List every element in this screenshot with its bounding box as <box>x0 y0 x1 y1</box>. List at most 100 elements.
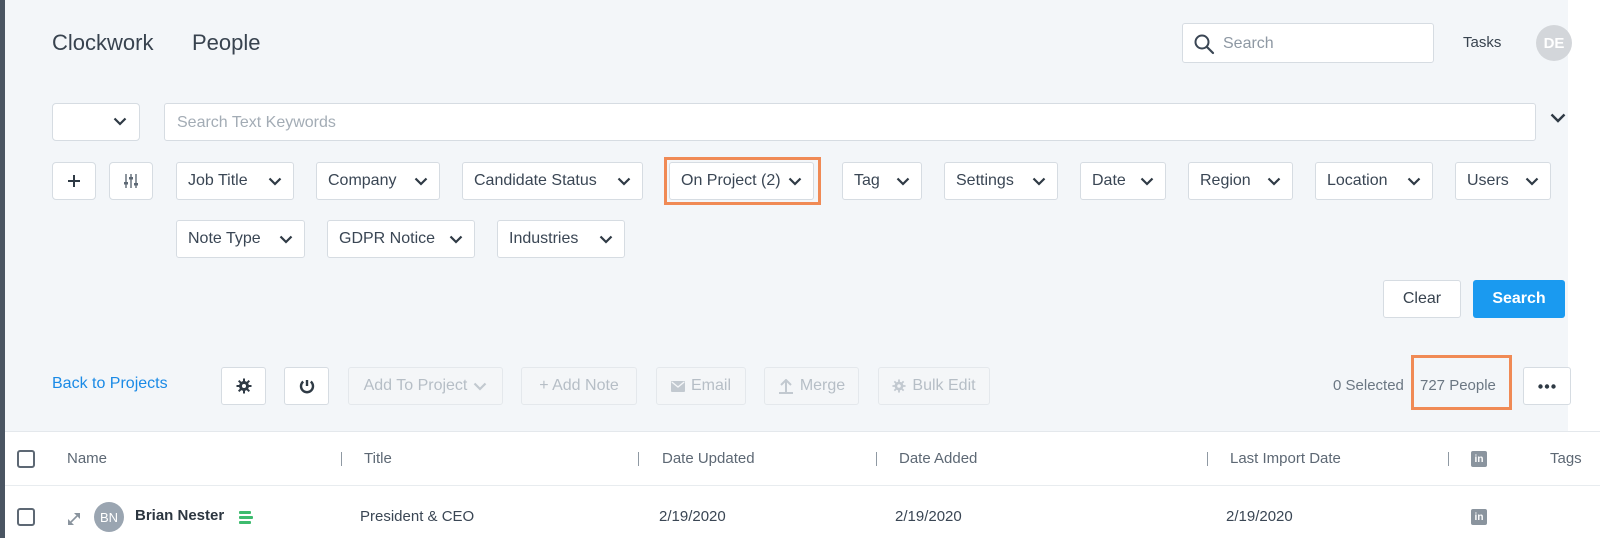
add-to-project-button[interactable]: Add To Project <box>348 367 503 405</box>
row-date-added: 2/19/2020 <box>895 508 962 525</box>
table-header: Name Title Date Updated Date Added Last … <box>5 432 1600 486</box>
refresh-button[interactable] <box>284 367 329 405</box>
page-title: People <box>192 30 261 55</box>
column-header-last-import-date[interactable]: Last Import Date <box>1230 450 1341 467</box>
chevron-down-icon <box>474 382 487 391</box>
filter-on-project[interactable]: On Project (2) <box>669 162 814 200</box>
expand-chevron-icon[interactable] <box>1550 113 1566 123</box>
filter-label: Settings <box>956 172 1014 189</box>
filter-label: On Project (2) <box>681 172 781 189</box>
filter-gdpr-notice[interactable]: GDPR Notice <box>327 220 475 258</box>
chevron-down-icon <box>1032 177 1046 186</box>
filter-label: Job Title <box>188 172 248 189</box>
row-checkbox[interactable] <box>17 508 35 526</box>
keyword-search-input[interactable] <box>177 112 1477 134</box>
column-resize-handle[interactable] <box>638 452 639 466</box>
selected-count: 0 Selected <box>1333 377 1404 394</box>
filter-location[interactable]: Location <box>1315 162 1433 200</box>
filter-tag[interactable]: Tag <box>842 162 922 200</box>
person-name-link[interactable]: Brian Nester <box>135 507 224 524</box>
bulk-edit-button[interactable]: Bulk Edit <box>878 367 990 405</box>
merge-icon <box>778 378 793 394</box>
filter-label: Date <box>1092 172 1126 189</box>
row-title: President & CEO <box>360 508 475 525</box>
column-resize-handle[interactable] <box>341 452 342 466</box>
keyword-search-field[interactable] <box>164 103 1536 141</box>
search-icon <box>1194 34 1215 55</box>
people-table: Name Title Date Updated Date Added Last … <box>5 431 1600 538</box>
filter-settings-button[interactable] <box>109 162 153 200</box>
add-note-button[interactable]: + Add Note <box>521 367 637 405</box>
chevron-down-icon <box>617 177 631 186</box>
select-all-checkbox[interactable] <box>17 450 35 468</box>
search-button[interactable]: Search <box>1473 280 1565 318</box>
filter-label: Region <box>1200 172 1251 189</box>
brand-name: Clockwork <box>52 30 154 55</box>
gear-icon <box>892 379 906 393</box>
column-resize-handle[interactable] <box>1207 452 1208 466</box>
filter-label: Tag <box>854 172 880 189</box>
chevron-down-icon <box>896 177 910 186</box>
row-avatar: BN <box>94 502 124 532</box>
chevron-down-icon <box>113 117 127 126</box>
filter-company[interactable]: Company <box>316 162 440 200</box>
linkedin-icon[interactable]: in <box>1471 509 1487 525</box>
filter-settings[interactable]: Settings <box>944 162 1058 200</box>
keyword-mode-select[interactable] <box>52 103 140 141</box>
top-search-input[interactable] <box>1223 32 1423 56</box>
settings-button[interactable] <box>221 367 266 405</box>
merge-label: Merge <box>799 377 846 394</box>
clear-button[interactable]: Clear <box>1383 280 1461 318</box>
filter-note-type[interactable]: Note Type <box>176 220 305 258</box>
filter-label: Note Type <box>188 230 261 247</box>
chevron-down-icon <box>788 177 802 186</box>
column-resize-handle[interactable] <box>876 452 877 466</box>
filter-label: Location <box>1327 172 1388 189</box>
sliders-icon <box>124 174 138 188</box>
top-search-box[interactable] <box>1182 23 1434 63</box>
email-button[interactable]: Email <box>656 367 746 405</box>
filter-users[interactable]: Users <box>1455 162 1551 200</box>
more-options-button[interactable] <box>1523 367 1571 405</box>
chevron-down-icon <box>1525 177 1539 186</box>
column-resize-handle[interactable] <box>1448 452 1449 466</box>
filter-date[interactable]: Date <box>1080 162 1166 200</box>
ellipsis-icon <box>1538 383 1556 389</box>
filter-label: GDPR Notice <box>339 230 436 247</box>
filter-job-title[interactable]: Job Title <box>176 162 294 200</box>
filter-industries[interactable]: Industries <box>497 220 625 258</box>
filter-label: Candidate Status <box>474 172 597 189</box>
filter-label: Industries <box>509 230 579 247</box>
filter-label: Company <box>328 172 397 189</box>
gear-icon <box>236 378 251 394</box>
linkedin-icon: in <box>1471 451 1487 467</box>
filter-candidate-status[interactable]: Candidate Status <box>462 162 643 200</box>
merge-button[interactable]: Merge <box>764 367 859 405</box>
column-header-name[interactable]: Name <box>67 450 107 467</box>
user-avatar[interactable]: DE <box>1536 25 1572 61</box>
filter-label: Users <box>1467 172 1509 189</box>
column-header-date-added[interactable]: Date Added <box>899 450 977 467</box>
chevron-down-icon <box>414 177 428 186</box>
chevron-down-icon <box>1267 177 1281 186</box>
add-filter-button[interactable] <box>52 162 96 200</box>
expand-arrows-icon[interactable] <box>68 513 80 525</box>
envelope-icon <box>670 380 685 392</box>
column-header-title[interactable]: Title <box>364 450 392 467</box>
chevron-down-icon <box>1407 177 1421 186</box>
chevron-down-icon <box>449 235 463 244</box>
filter-region[interactable]: Region <box>1188 162 1293 200</box>
add-to-project-label: Add To Project <box>363 377 468 394</box>
column-header-date-updated[interactable]: Date Updated <box>662 450 755 467</box>
plus-icon <box>68 175 80 187</box>
column-header-tags[interactable]: Tags <box>1550 450 1582 467</box>
row-date-updated: 2/19/2020 <box>659 508 726 525</box>
tasks-link[interactable]: Tasks <box>1463 34 1501 51</box>
people-count: 727 People <box>1420 377 1496 394</box>
chevron-down-icon <box>268 177 282 186</box>
back-to-projects-link[interactable]: Back to Projects <box>52 375 168 393</box>
power-icon <box>299 380 314 394</box>
stack-icon[interactable] <box>237 510 255 526</box>
chevron-down-icon <box>599 235 613 244</box>
row-last-import-date: 2/19/2020 <box>1226 508 1293 525</box>
